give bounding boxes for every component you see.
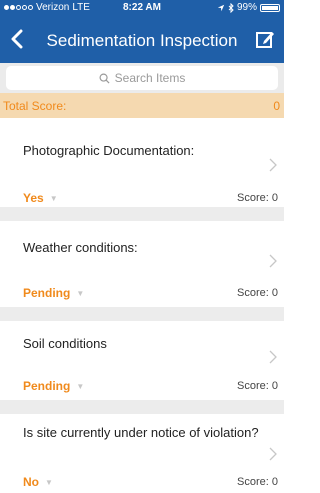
location-arrow-icon: [217, 4, 225, 11]
dropdown-caret-icon: ▼: [76, 288, 85, 298]
status-bar: Verizon LTE 8:22 AM 99%: [0, 0, 284, 17]
search-icon: [99, 73, 110, 84]
dropdown-caret-icon: ▼: [45, 477, 53, 487]
item-question: Weather conditions:: [23, 240, 138, 255]
separator: [0, 400, 284, 414]
dropdown-caret-icon: ▼: [49, 193, 58, 203]
app-header: Verizon LTE 8:22 AM 99% Sedimentation In…: [0, 0, 284, 63]
search-input[interactable]: Search Items: [6, 66, 278, 90]
item-question: Photographic Documentation:: [23, 143, 195, 158]
item-question: Is site currently under notice of violat…: [23, 425, 259, 440]
dropdown-caret-icon: ▼: [76, 381, 85, 391]
separator: [0, 307, 284, 321]
item-answer-dropdown[interactable]: Pending ▼: [23, 286, 84, 300]
item-score: Score: 0: [237, 380, 278, 392]
item-score: Score: 0: [237, 287, 278, 299]
item-score: Score: 0: [237, 476, 278, 488]
item-answer-dropdown[interactable]: Yes ▼: [23, 191, 58, 205]
list-item[interactable]: Weather conditions: Pending ▼ Score: 0: [0, 221, 284, 307]
battery-icon: [260, 3, 280, 12]
page-title: Sedimentation Inspection: [46, 31, 238, 50]
chevron-right-icon: [269, 254, 277, 268]
bluetooth-icon: [228, 2, 234, 13]
edit-button[interactable]: [252, 26, 278, 52]
item-answer: Yes: [23, 191, 44, 205]
chevron-right-icon: [269, 447, 277, 461]
item-answer: No: [23, 475, 39, 489]
status-right: 99%: [217, 2, 280, 13]
total-score-label: Total Score:: [3, 99, 67, 113]
item-answer-dropdown[interactable]: Pending ▼: [23, 379, 84, 393]
edit-icon: [256, 32, 274, 48]
chevron-right-icon: [269, 350, 277, 364]
search-placeholder: Search Items: [114, 71, 186, 85]
list-item[interactable]: Photographic Documentation: Yes ▼ Score:…: [0, 118, 284, 205]
chevron-right-icon: [269, 158, 277, 172]
total-score-value: 0: [273, 99, 280, 113]
total-score-bar: Total Score: 0: [0, 93, 284, 118]
battery-fill: [262, 5, 278, 10]
item-question: Soil conditions: [23, 336, 107, 351]
list-item[interactable]: Soil conditions Pending ▼ Score: 0: [0, 321, 284, 407]
item-answer: Pending: [23, 379, 71, 393]
list-item[interactable]: Is site currently under notice of violat…: [0, 414, 284, 493]
item-score: Score: 0: [237, 192, 278, 204]
search-bar: Search Items: [0, 63, 284, 93]
separator: [0, 207, 284, 221]
item-answer-dropdown[interactable]: No ▼: [23, 475, 53, 489]
navigation-bar: Sedimentation Inspection: [0, 20, 284, 60]
battery-percentage: 99%: [236, 2, 257, 13]
item-answer: Pending: [23, 286, 71, 300]
